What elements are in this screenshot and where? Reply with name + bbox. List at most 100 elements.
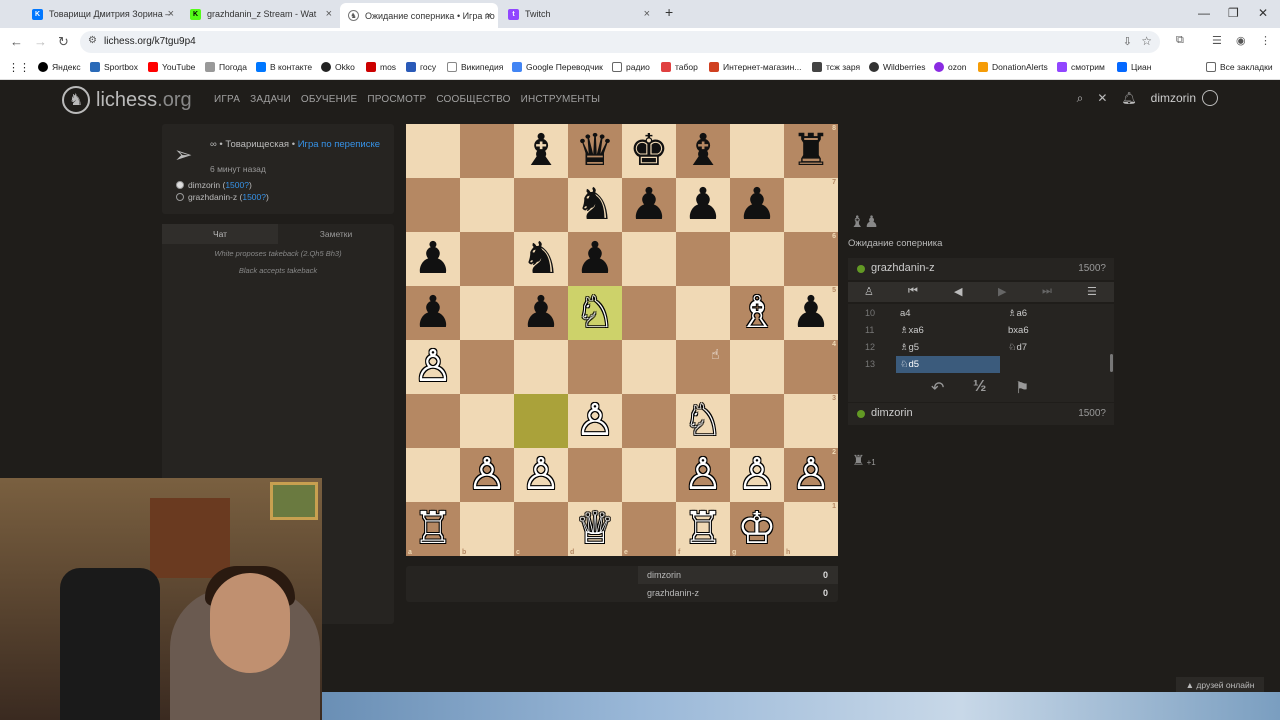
square-b4[interactable] [460, 340, 514, 394]
chess-piece[interactable]: ♞ [521, 237, 560, 281]
last-move-icon[interactable]: ⏭ [1042, 285, 1052, 298]
close-tab-icon[interactable]: × [486, 10, 492, 22]
chess-piece[interactable]: ♜ [791, 129, 830, 173]
notification-bell-icon[interactable]: 🔔︎ [1121, 91, 1136, 105]
reload-icon[interactable]: ↻ [58, 34, 69, 50]
square-g2[interactable]: ♙ [730, 448, 784, 502]
square-e2[interactable] [622, 448, 676, 502]
chess-piece[interactable]: ♙ [413, 345, 452, 389]
square-h1[interactable]: 1h [784, 502, 838, 556]
square-d8[interactable]: ♛ [568, 124, 622, 178]
square-b1[interactable]: b [460, 502, 514, 556]
square-a5[interactable]: ♟ [406, 286, 460, 340]
black-player-link[interactable]: grazhdanin-z (1500?) [188, 192, 269, 202]
square-b2[interactable]: ♙ [460, 448, 514, 502]
square-h3[interactable]: 3 [784, 394, 838, 448]
nav-community[interactable]: СООБЩЕСТВО [436, 94, 510, 105]
browser-tab-vk[interactable]: K Товарищи Дмитрия Зорина – × [24, 3, 180, 25]
board-grid[interactable]: ♝ ♛ ♚ ♝ ♜ 8 ♞ ♟ ♟ ♟ 7 ♟ ♞ ♟ 6 ♟ ♟ ♘ ♗ ♟ 5 ♙ 4 ♙ ♘ 3 ♙ ♙ ♙ ♙ ♙ 2 ♖ a b c ♕ d e ♖… [406, 124, 838, 556]
square-e4[interactable] [622, 340, 676, 394]
white-move[interactable]: ♗g5 [896, 339, 1000, 356]
white-move[interactable]: a4 [896, 305, 1000, 322]
close-tab-icon[interactable]: × [326, 8, 332, 20]
square-c2[interactable]: ♙ [514, 448, 568, 502]
install-icon[interactable]: ⇩ [1123, 35, 1132, 48]
chess-piece[interactable]: ♗ [737, 291, 776, 335]
black-move[interactable] [1004, 356, 1104, 373]
square-f3[interactable]: ♘ [676, 394, 730, 448]
chess-piece[interactable]: ♙ [683, 453, 722, 497]
first-move-icon[interactable]: ⏮ [908, 285, 918, 298]
tab-search-icon[interactable]: ☰ [1212, 34, 1222, 47]
bookmark-wildberries[interactable]: Wildberries [869, 62, 926, 72]
bookmark-tabor[interactable]: табор [661, 62, 698, 72]
square-f1[interactable]: ♖ f [676, 502, 730, 556]
search-icon[interactable]: ⌕ [1077, 91, 1084, 106]
bookmark-youtube[interactable]: YouTube [148, 62, 195, 72]
restore-icon[interactable]: ❐ [1228, 6, 1239, 20]
nav-play[interactable]: ИГРА [214, 94, 240, 105]
square-a3[interactable] [406, 394, 460, 448]
browser-tab-kick[interactable]: K grazhdanin_z Stream - Wat × [182, 3, 338, 25]
square-h8[interactable]: ♜ 8 [784, 124, 838, 178]
minimize-icon[interactable]: — [1198, 6, 1210, 20]
bookmark-star-icon[interactable]: ☆ [1141, 34, 1152, 48]
square-c8[interactable]: ♝ [514, 124, 568, 178]
square-b5[interactable] [460, 286, 514, 340]
white-move[interactable]: ♘d5 [896, 356, 1000, 373]
apps-icon[interactable]: ⋮⋮ [8, 61, 30, 74]
square-a8[interactable] [406, 124, 460, 178]
menu-hamburger-icon[interactable]: ☰ [1087, 285, 1097, 298]
bookmark-radio[interactable]: радио [612, 62, 650, 72]
square-c7[interactable] [514, 178, 568, 232]
chess-piece[interactable]: ♚ [629, 129, 668, 173]
tab-chat[interactable]: Чат [162, 224, 278, 244]
chess-piece[interactable]: ♙ [575, 399, 614, 443]
square-e8[interactable]: ♚ [622, 124, 676, 178]
chess-piece[interactable]: ♟ [413, 291, 452, 335]
friends-online-button[interactable]: ▲ друзей онлайн [1176, 677, 1264, 692]
chess-piece[interactable]: ♟ [737, 183, 776, 227]
square-b3[interactable] [460, 394, 514, 448]
square-c6[interactable]: ♞ [514, 232, 568, 286]
site-logo[interactable]: ♞ lichess .org [62, 86, 192, 114]
chess-piece[interactable]: ♘ [575, 291, 614, 335]
square-e7[interactable]: ♟ [622, 178, 676, 232]
bookmark-google-translate[interactable]: Google Переводчик [512, 62, 603, 72]
bookmark-okko[interactable]: Okko [321, 62, 355, 72]
square-f8[interactable]: ♝ [676, 124, 730, 178]
chess-piece[interactable]: ♟ [521, 291, 560, 335]
square-d3[interactable]: ♙ [568, 394, 622, 448]
chess-piece[interactable]: ♖ [683, 507, 722, 551]
close-tab-icon[interactable]: × [168, 8, 174, 20]
chess-piece[interactable]: ♙ [737, 453, 776, 497]
square-d6[interactable]: ♟ [568, 232, 622, 286]
square-f2[interactable]: ♙ [676, 448, 730, 502]
bookmark-wikipedia[interactable]: Википедия [447, 62, 503, 72]
square-b8[interactable] [460, 124, 514, 178]
black-move[interactable]: bxa6 [1004, 322, 1104, 339]
bookmark-donationalerts[interactable]: DonationAlerts [978, 62, 1048, 72]
chess-piece[interactable]: ♙ [467, 453, 506, 497]
chess-piece[interactable]: ♘ [683, 399, 722, 443]
back-icon[interactable]: ← [10, 34, 23, 49]
chess-piece[interactable]: ♙ [521, 453, 560, 497]
chess-piece[interactable]: ♙ [791, 453, 830, 497]
movelist-scrollbar[interactable] [1110, 354, 1113, 372]
chess-board[interactable]: ♝ ♛ ♚ ♝ ♜ 8 ♞ ♟ ♟ ♟ 7 ♟ ♞ ♟ 6 ♟ ♟ ♘ ♗ ♟ 5 ♙ 4 ♙ ♘ 3 ♙ ♙ ♙ ♙ ♙ 2 ♖ a b c ♕ d e ♖… [406, 124, 838, 556]
square-h5[interactable]: ♟ 5 [784, 286, 838, 340]
square-a2[interactable] [406, 448, 460, 502]
chess-piece[interactable]: ♝ [521, 129, 560, 173]
bookmark-tszh[interactable]: тсж заря [812, 62, 860, 72]
flip-board-icon[interactable]: ♙ [864, 285, 874, 298]
extensions-icon[interactable]: ⧉ [1176, 34, 1184, 47]
bookmark-gosu[interactable]: госу [406, 62, 436, 72]
site-info-icon[interactable]: ⚙ [88, 35, 97, 46]
square-c4[interactable] [514, 340, 568, 394]
nav-learn[interactable]: ОБУЧЕНИЕ [301, 94, 357, 105]
square-g4[interactable] [730, 340, 784, 394]
menu-icon[interactable]: ⋮ [1260, 34, 1271, 47]
forward-icon[interactable]: → [34, 34, 47, 49]
user-menu[interactable]: dimzorin [1151, 90, 1218, 106]
new-tab-icon[interactable]: + [665, 4, 673, 20]
